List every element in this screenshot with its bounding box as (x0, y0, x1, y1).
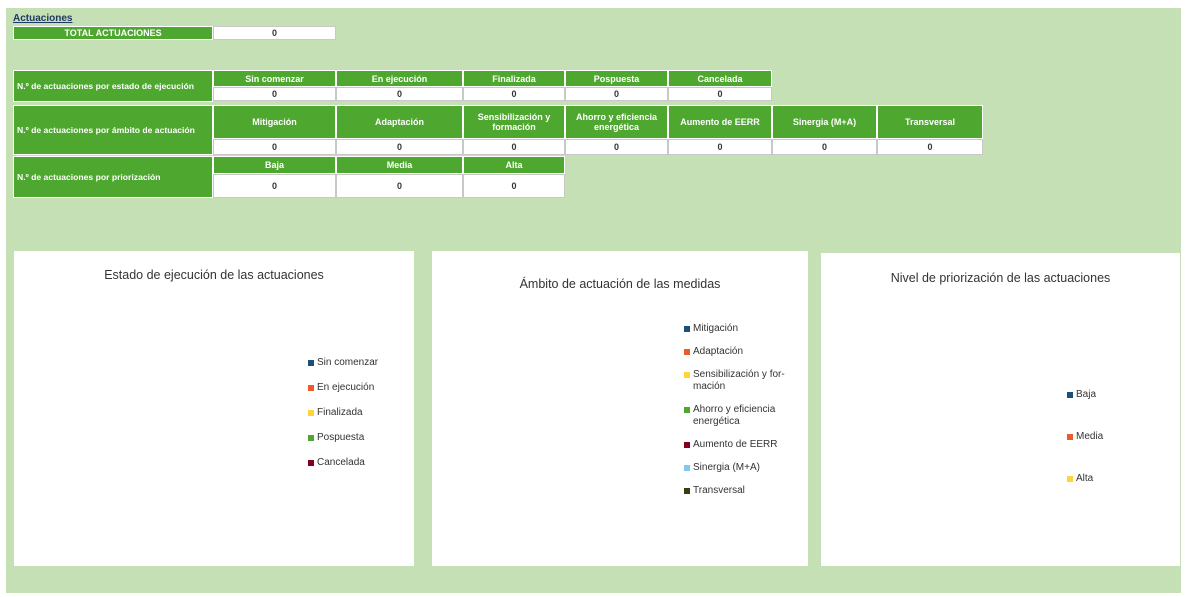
estado-header: En ejecución (336, 70, 463, 87)
chart-estado-panel[interactable]: Estado de ejecución de las actuaciones S… (14, 251, 414, 566)
ambito-value[interactable]: 0 (668, 139, 772, 155)
legend-label: Media (1076, 431, 1104, 442)
legend-swatch (308, 460, 314, 466)
ambito-value[interactable]: 0 (877, 139, 983, 155)
estado-header: Pospuesta (565, 70, 668, 87)
legend-swatch (684, 465, 690, 471)
legend-swatch (684, 326, 690, 332)
estado-value[interactable]: 0 (565, 87, 668, 101)
legend-item: Media (1067, 431, 1103, 443)
legend-item: Sinergia (M+A) (684, 462, 785, 474)
legend-swatch (1067, 476, 1073, 482)
chart-legend: Baja Media Alta (1067, 389, 1103, 515)
priorizacion-value[interactable]: 0 (213, 174, 336, 198)
chart-legend: Mitigación Adaptación Sensibilización y fo… (684, 323, 785, 508)
legend-swatch (308, 360, 314, 366)
legend-label: Mitigación (693, 323, 739, 334)
legend-swatch (684, 442, 690, 448)
legend-label: Pospuesta (317, 432, 365, 443)
chart-title: Ámbito de actuación de las medidas (519, 277, 721, 291)
estado-value[interactable]: 0 (668, 87, 772, 101)
legend-item: Adaptación (684, 346, 785, 358)
legend-label: Adaptación (693, 346, 744, 357)
chart-ambito-panel[interactable]: Ámbito de actuación de las medidas Mitig… (432, 251, 808, 566)
legend-label: Sin comenzar (317, 357, 379, 368)
ambito-value[interactable]: 0 (772, 139, 877, 155)
legend-swatch (308, 410, 314, 416)
legend-item: Alta (1067, 473, 1103, 485)
total-label: TOTAL ACTUACIONES (13, 26, 213, 40)
legend-label: Sinergia (M+A) (693, 462, 760, 473)
ambito-header: Ahorro y eficiencia energética (565, 105, 668, 139)
legend-label: Ahorro y eficiencia energética (693, 404, 776, 427)
legend-label: Transversal (693, 485, 745, 496)
priorizacion-header: Media (336, 156, 463, 174)
legend-item: Sin comenzar (308, 357, 378, 369)
ambito-value[interactable]: 0 (463, 139, 565, 155)
ambito-header: Sinergia (M+A) (772, 105, 877, 139)
ambito-header: Aumento de EERR (668, 105, 772, 139)
estado-header: Sin comenzar (213, 70, 336, 87)
estado-header: Cancelada (668, 70, 772, 87)
ambito-value[interactable]: 0 (336, 139, 463, 155)
chart-priorizacion-panel[interactable]: Nivel de priorización de las actuaciones… (821, 253, 1180, 566)
legend-label: Baja (1076, 389, 1097, 400)
legend-label: Aumento de EERR (693, 439, 778, 450)
legend-item: En ejecución (308, 382, 378, 394)
legend-item: Aumento de EERR (684, 439, 785, 451)
legend-item: Finalizada (308, 407, 378, 419)
ambito-row-label: N.º de actuaciones por ámbito de actuaci… (13, 105, 213, 155)
ambito-value[interactable]: 0 (213, 139, 336, 155)
legend-item: Ahorro y eficiencia energética (684, 404, 785, 428)
ambito-value[interactable]: 0 (565, 139, 668, 155)
estado-value[interactable]: 0 (463, 87, 565, 101)
legend-swatch (684, 349, 690, 355)
legend-item: Baja (1067, 389, 1103, 401)
estado-row-label: N.º de actuaciones por estado de ejecuci… (13, 70, 213, 102)
legend-item: Transversal (684, 485, 785, 497)
chart-title: Estado de ejecución de las actuaciones (104, 268, 324, 282)
legend-item: Cancelada (308, 457, 378, 469)
legend-swatch (684, 407, 690, 413)
estado-value[interactable]: 0 (336, 87, 463, 101)
priorizacion-value[interactable]: 0 (336, 174, 463, 198)
legend-label: En ejecución (317, 382, 375, 393)
ambito-header: Adaptación (336, 105, 463, 139)
legend-swatch (684, 372, 690, 378)
ambito-header: Sensibilización y formación (463, 105, 565, 139)
legend-label: Finalizada (317, 407, 363, 418)
page-title-link[interactable]: Actuaciones (13, 13, 72, 24)
legend-swatch (1067, 392, 1073, 398)
legend-swatch (684, 488, 690, 494)
chart-title: Nivel de priorización de las actuaciones (890, 271, 1111, 285)
total-value[interactable]: 0 (213, 26, 336, 40)
chart-legend: Sin comenzar En ejecución Finalizada Pospue… (308, 357, 378, 482)
priorizacion-row-label: N.º de actuaciones por priorización (13, 156, 213, 198)
legend-label: Alta (1076, 473, 1094, 484)
ambito-header: Transversal (877, 105, 983, 139)
ambito-header: Mitigación (213, 105, 336, 139)
estado-value[interactable]: 0 (213, 87, 336, 101)
legend-label: Cancelada (317, 457, 365, 468)
legend-swatch (308, 385, 314, 391)
legend-swatch (1067, 434, 1073, 440)
estado-header: Finalizada (463, 70, 565, 87)
priorizacion-header: Baja (213, 156, 336, 174)
legend-item: Mitigación (684, 323, 785, 335)
priorizacion-header: Alta (463, 156, 565, 174)
legend-label: Sensibilización y for- mación (693, 369, 785, 392)
priorizacion-value[interactable]: 0 (463, 174, 565, 198)
legend-swatch (308, 435, 314, 441)
legend-item: Pospuesta (308, 432, 378, 444)
legend-item: Sensibilización y for- mación (684, 369, 785, 393)
